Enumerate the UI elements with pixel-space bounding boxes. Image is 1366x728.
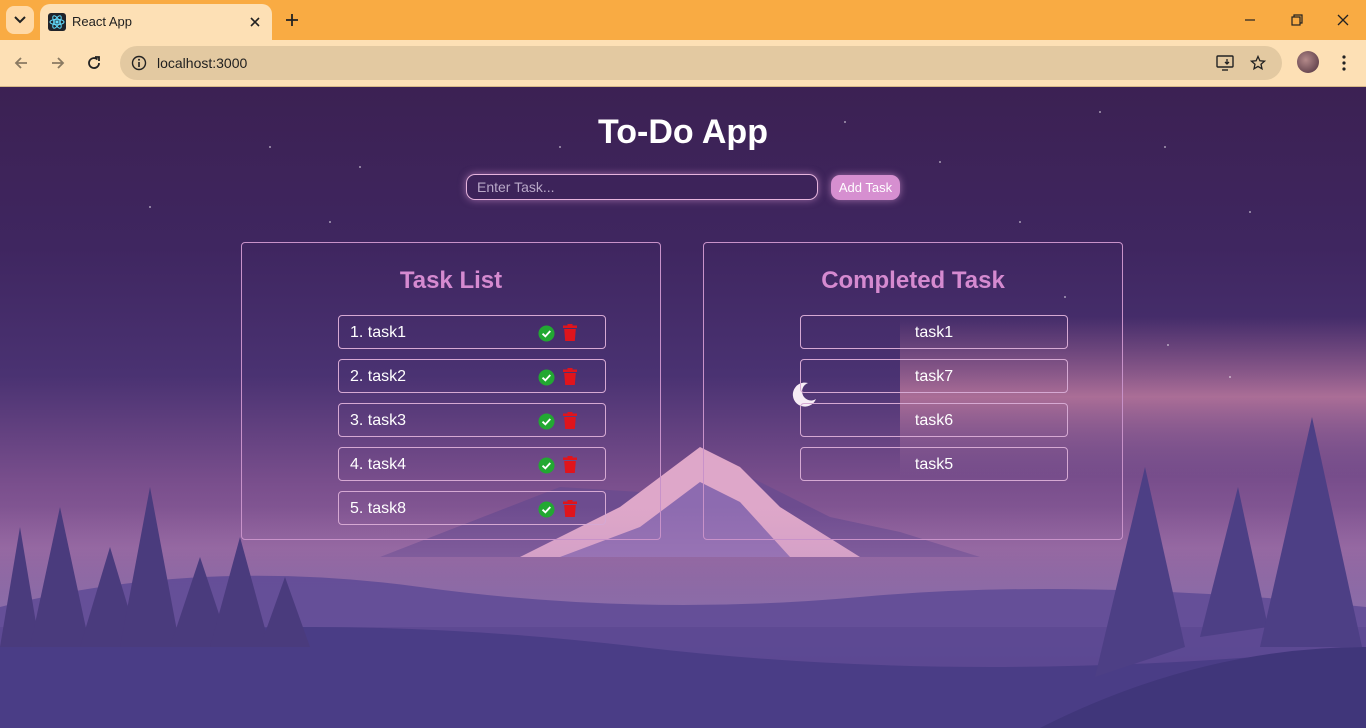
check-circle-icon[interactable] <box>537 412 555 430</box>
task-list-item: 5. task8 <box>338 491 606 525</box>
browser-toolbar: localhost:3000 <box>0 40 1366 87</box>
arrow-left-icon <box>14 57 27 69</box>
close-icon <box>1337 14 1349 26</box>
task-list-item: 3. task3 <box>338 403 606 437</box>
reload-icon <box>88 56 100 69</box>
task-label: 1. task1 <box>350 324 407 341</box>
completed-task-label: task6 <box>914 412 954 429</box>
reload-button[interactable] <box>82 51 106 75</box>
task-label: 3. task3 <box>350 412 407 429</box>
minimize-window-button[interactable] <box>1238 9 1262 31</box>
completed-task-item: task5 <box>800 447 1068 481</box>
restore-icon <box>1291 14 1303 26</box>
plus-icon <box>286 14 298 26</box>
task-list-item: 2. task2 <box>338 359 606 393</box>
check-circle-icon[interactable] <box>537 500 555 518</box>
task-list-item: 4. task4 <box>338 447 606 481</box>
page-viewport: To-Do App Add Task Task List 1. task1 2.… <box>0 87 1366 728</box>
trash-icon[interactable] <box>562 411 578 430</box>
new-tab-button[interactable] <box>281 9 303 31</box>
react-logo-icon <box>48 13 66 31</box>
site-info-icon[interactable] <box>130 54 148 72</box>
minimize-icon <box>1245 19 1255 21</box>
tab-title: React App <box>72 14 132 29</box>
completed-task-item: task7 <box>800 359 1068 393</box>
completed-task-title: Completed Task <box>821 267 1005 294</box>
check-circle-icon[interactable] <box>537 456 555 474</box>
task-input[interactable] <box>466 174 818 200</box>
check-circle-icon[interactable] <box>537 324 555 342</box>
task-list-title: Task List <box>399 267 503 294</box>
forward-button[interactable] <box>46 51 70 75</box>
install-app-icon[interactable] <box>1215 53 1235 73</box>
trash-icon[interactable] <box>562 367 578 386</box>
browser-menu-button[interactable] <box>1334 51 1354 75</box>
task-list: 1. task1 2. task2 3. task3 4. task4 5. t <box>338 315 606 535</box>
check-circle-icon[interactable] <box>537 368 555 386</box>
arrow-right-icon <box>52 57 65 69</box>
bookmark-star-icon[interactable] <box>1248 53 1268 73</box>
trash-icon[interactable] <box>562 499 578 518</box>
trash-icon[interactable] <box>562 323 578 342</box>
completed-task-label: task1 <box>914 324 954 341</box>
completed-task-label: task5 <box>914 456 954 473</box>
task-list-panel: Task List 1. task1 2. task2 3. task3 4. … <box>241 242 661 540</box>
add-task-button[interactable]: Add Task <box>831 175 900 200</box>
completed-task-item: task6 <box>800 403 1068 437</box>
tab-search-button[interactable] <box>6 6 34 34</box>
close-window-button[interactable] <box>1331 9 1355 31</box>
address-bar[interactable]: localhost:3000 <box>120 46 1282 80</box>
task-label: 2. task2 <box>350 368 407 385</box>
task-list-item: 1. task1 <box>338 315 606 349</box>
task-label: 5. task8 <box>350 500 407 517</box>
trash-icon[interactable] <box>562 455 578 474</box>
task-label: 4. task4 <box>350 456 407 473</box>
completed-task-label: task7 <box>914 368 954 385</box>
back-button[interactable] <box>9 51 33 75</box>
profile-avatar[interactable] <box>1297 51 1319 73</box>
completed-task-item: task1 <box>800 315 1068 349</box>
completed-task-panel: Completed Task task1 task7 task6 task5 <box>703 242 1123 540</box>
address-url: localhost:3000 <box>157 55 248 71</box>
browser-tab-strip: React App <box>0 0 1366 40</box>
page-title: To-Do App <box>598 113 768 151</box>
close-tab-icon[interactable] <box>246 13 264 31</box>
browser-tab-active[interactable]: React App <box>40 4 272 40</box>
chevron-down-icon <box>14 16 26 24</box>
more-vert-icon <box>1342 55 1346 71</box>
restore-window-button[interactable] <box>1285 9 1309 31</box>
completed-task-list: task1 task7 task6 task5 <box>800 315 1068 491</box>
